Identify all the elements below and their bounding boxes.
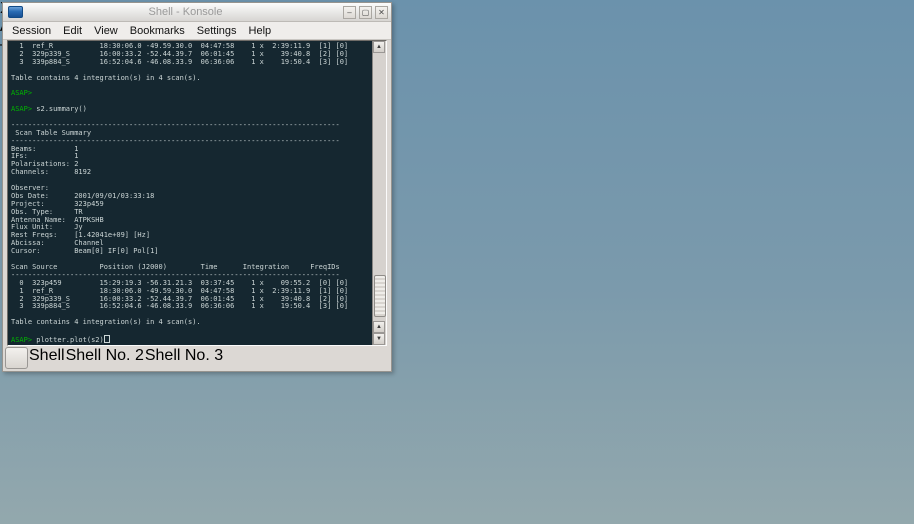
- terminal-scrollbar[interactable]: ▲ ▲ ▼: [372, 41, 386, 345]
- tab-shell-2[interactable]: Shell No. 2: [66, 347, 144, 365]
- new-session-icon: [12, 353, 22, 363]
- menu-help[interactable]: Help: [243, 24, 278, 38]
- arrow-down-icon: ▼: [376, 336, 382, 342]
- minimize-icon: –: [347, 8, 351, 17]
- tab-shell-3[interactable]: Shell No. 3: [145, 347, 223, 365]
- menu-view[interactable]: View: [88, 24, 124, 38]
- terminal-line: [11, 82, 372, 90]
- minimize-button[interactable]: –: [343, 6, 356, 19]
- konsole-window-title: Shell - Konsole: [28, 6, 343, 18]
- terminal-output[interactable]: 1 ref_R 18:30:06.0 -49.59.30.0 04:47:58 …: [8, 41, 372, 345]
- scroll-up-button-2[interactable]: ▲: [373, 321, 385, 333]
- maximize-icon: ▢: [362, 8, 370, 17]
- menu-session[interactable]: Session: [6, 24, 57, 38]
- terminal-line: Table contains 4 integration(s) in 4 sca…: [11, 319, 372, 327]
- konsole-app-icon: [8, 6, 23, 18]
- scroll-up-button[interactable]: ▲: [373, 41, 385, 53]
- menu-edit[interactable]: Edit: [57, 24, 88, 38]
- tab-label: Shell: [29, 347, 65, 364]
- asap-prompt: ASAP>: [11, 336, 32, 344]
- arrow-up-icon: ▲: [376, 44, 382, 50]
- new-session-button[interactable]: [5, 347, 28, 369]
- desktop: { "konsole": { "title": "Shell - Konsole…: [0, 0, 914, 524]
- menu-bookmarks[interactable]: Bookmarks: [124, 24, 191, 38]
- tab-shell[interactable]: Shell: [29, 347, 65, 365]
- terminal-line: Table contains 4 integration(s) in 4 sca…: [11, 75, 372, 83]
- close-button[interactable]: ✕: [375, 6, 388, 19]
- terminal-line: Cursor: Beam[0] IF[0] Pol[1]: [11, 248, 372, 256]
- terminal-line: ASAP>: [11, 90, 372, 98]
- terminal-line: [11, 177, 372, 185]
- terminal-line: 3 339p884_S 16:52:04.6 -46.08.33.9 06:36…: [11, 303, 372, 311]
- asap-prompt: ASAP>: [11, 89, 32, 97]
- terminal-line: ASAP> s2.summary(): [11, 106, 372, 114]
- tab-label: Shell No. 3: [145, 347, 223, 364]
- scroll-down-button[interactable]: ▼: [373, 333, 385, 345]
- menu-settings[interactable]: Settings: [191, 24, 243, 38]
- terminal-line: ASAP> plotter.plot(s2): [11, 335, 372, 343]
- asap-prompt: ASAP>: [11, 105, 32, 113]
- arrow-up-icon: ▲: [376, 324, 382, 330]
- konsole-tabbar: Shell Shell No. 2 Shell No. 3: [5, 347, 223, 369]
- terminal-line: Channels: 8192: [11, 169, 372, 177]
- maximize-button[interactable]: ▢: [359, 6, 372, 19]
- konsole-menubar: Session Edit View Bookmarks Settings Hel…: [3, 22, 391, 40]
- terminal-line: 3 339p884_S 16:52:04.6 -46.08.33.9 06:36…: [11, 59, 372, 67]
- tab-label: Shell No. 2: [66, 347, 144, 364]
- terminal-frame: 1 ref_R 18:30:06.0 -49.59.30.0 04:47:58 …: [7, 40, 387, 346]
- konsole-titlebar[interactable]: Shell - Konsole – ▢ ✕: [3, 3, 391, 22]
- konsole-window: Shell - Konsole – ▢ ✕ Session Edit View …: [2, 2, 392, 372]
- terminal-cursor: [104, 335, 110, 343]
- close-icon: ✕: [378, 8, 385, 17]
- terminal-line: [11, 327, 372, 335]
- scrollbar-thumb[interactable]: [374, 275, 386, 317]
